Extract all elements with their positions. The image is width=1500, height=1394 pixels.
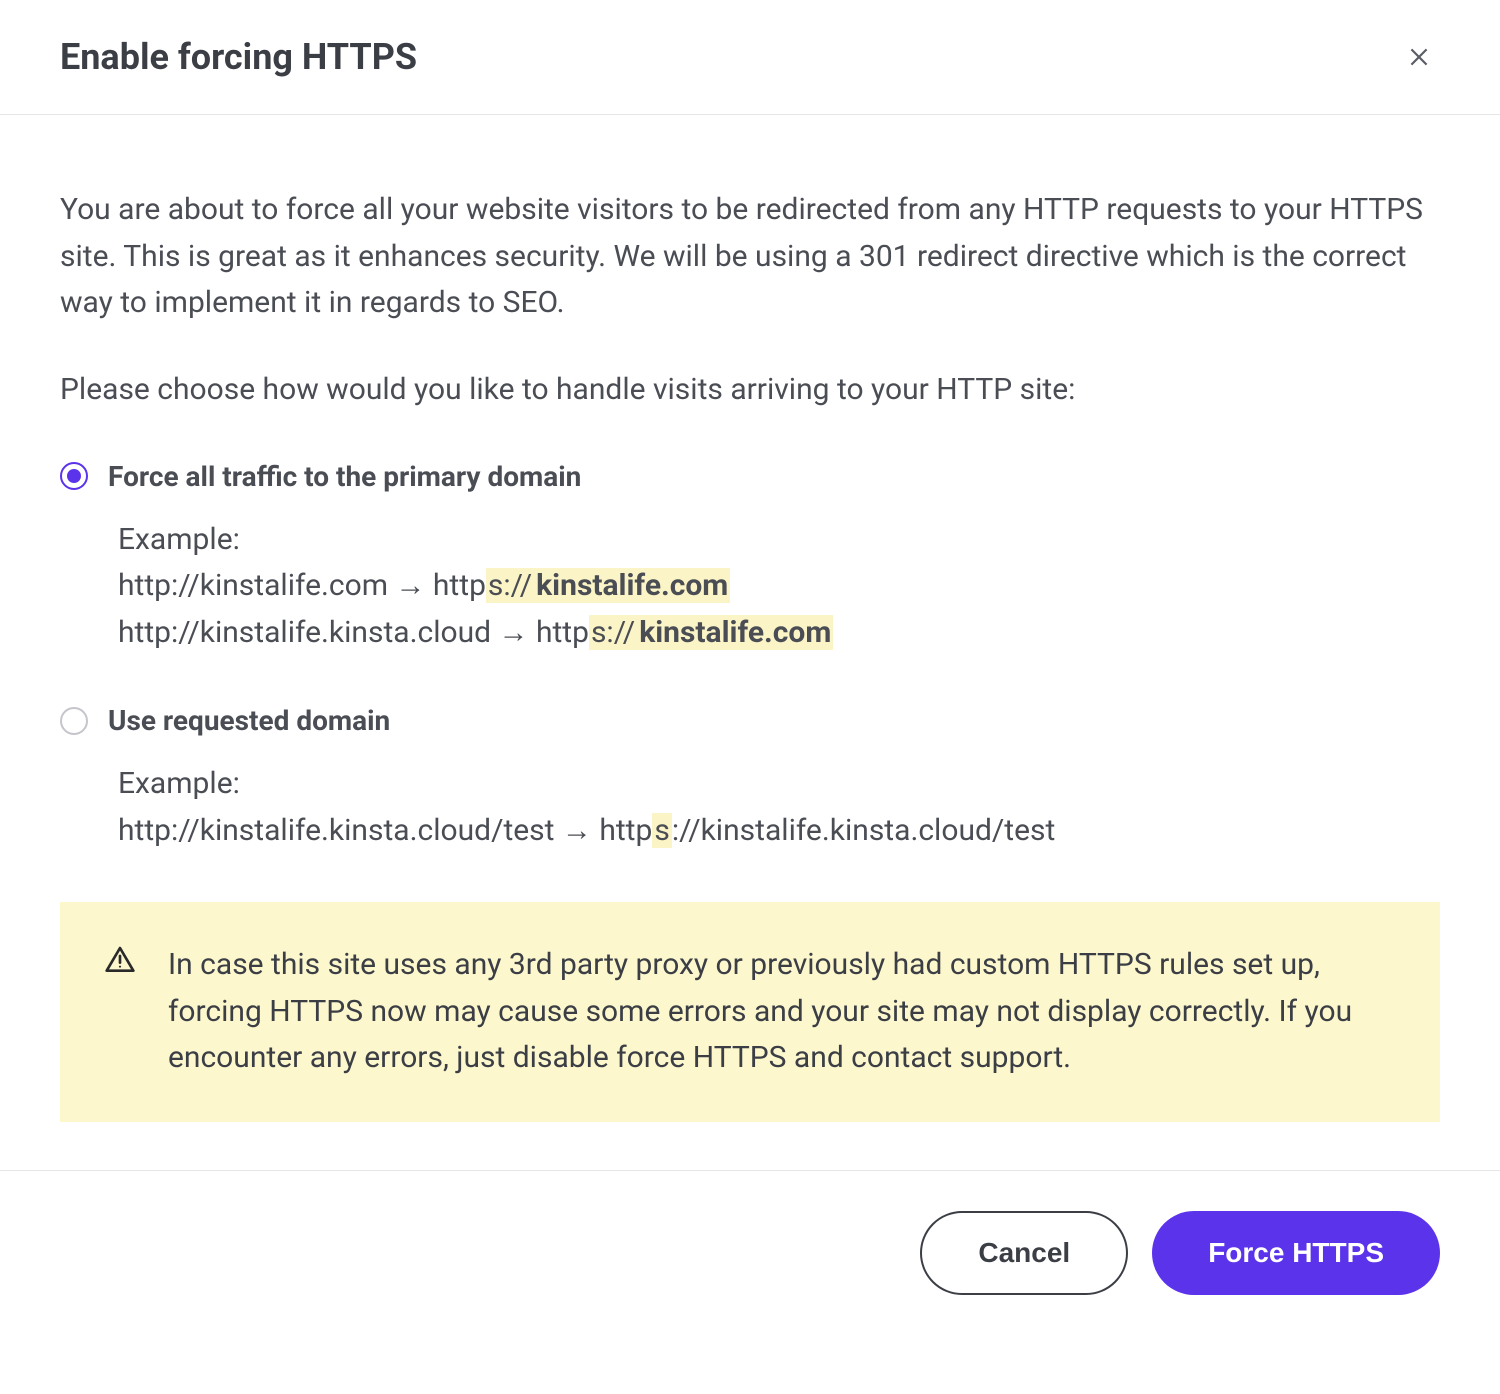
prompt-text: Please choose how would you like to hand… bbox=[60, 367, 1440, 412]
modal-body: You are about to force all your website … bbox=[0, 115, 1500, 1170]
force-https-button[interactable]: Force HTTPS bbox=[1152, 1211, 1440, 1295]
cancel-button[interactable]: Cancel bbox=[920, 1211, 1128, 1295]
warning-banner: In case this site uses any 3rd party pro… bbox=[60, 902, 1440, 1122]
radio-label: Use requested domain bbox=[108, 704, 390, 737]
radio-requested-domain[interactable]: Use requested domain bbox=[60, 704, 1440, 737]
example-line: http://kinstalife.kinsta.cloud → https:/… bbox=[118, 610, 1440, 657]
intro-text: You are about to force all your website … bbox=[60, 187, 1440, 327]
modal-header: Enable forcing HTTPS bbox=[0, 0, 1500, 115]
example-requested: Example: http://kinstalife.kinsta.cloud/… bbox=[118, 761, 1440, 854]
close-button[interactable] bbox=[1398, 36, 1440, 78]
option-primary-domain: Force all traffic to the primary domain … bbox=[60, 460, 1440, 657]
example-label: Example: bbox=[118, 517, 1440, 564]
example-primary: Example: http://kinstalife.com → https:/… bbox=[118, 517, 1440, 657]
modal-footer: Cancel Force HTTPS bbox=[0, 1170, 1500, 1319]
radio-label: Force all traffic to the primary domain bbox=[108, 460, 581, 493]
example-label: Example: bbox=[118, 761, 1440, 808]
warning-text: In case this site uses any 3rd party pro… bbox=[168, 942, 1396, 1082]
example-line: http://kinstalife.com → https://kinstali… bbox=[118, 563, 1440, 610]
option-requested-domain: Use requested domain Example: http://kin… bbox=[60, 704, 1440, 854]
redirect-options: Force all traffic to the primary domain … bbox=[60, 460, 1440, 855]
warning-icon bbox=[104, 942, 136, 1082]
radio-primary-domain[interactable]: Force all traffic to the primary domain bbox=[60, 460, 1440, 493]
force-https-modal: Enable forcing HTTPS You are about to fo… bbox=[0, 0, 1500, 1319]
radio-icon bbox=[60, 462, 88, 490]
radio-icon bbox=[60, 707, 88, 735]
modal-title: Enable forcing HTTPS bbox=[60, 36, 417, 78]
example-line: http://kinstalife.kinsta.cloud/test → ht… bbox=[118, 808, 1440, 855]
